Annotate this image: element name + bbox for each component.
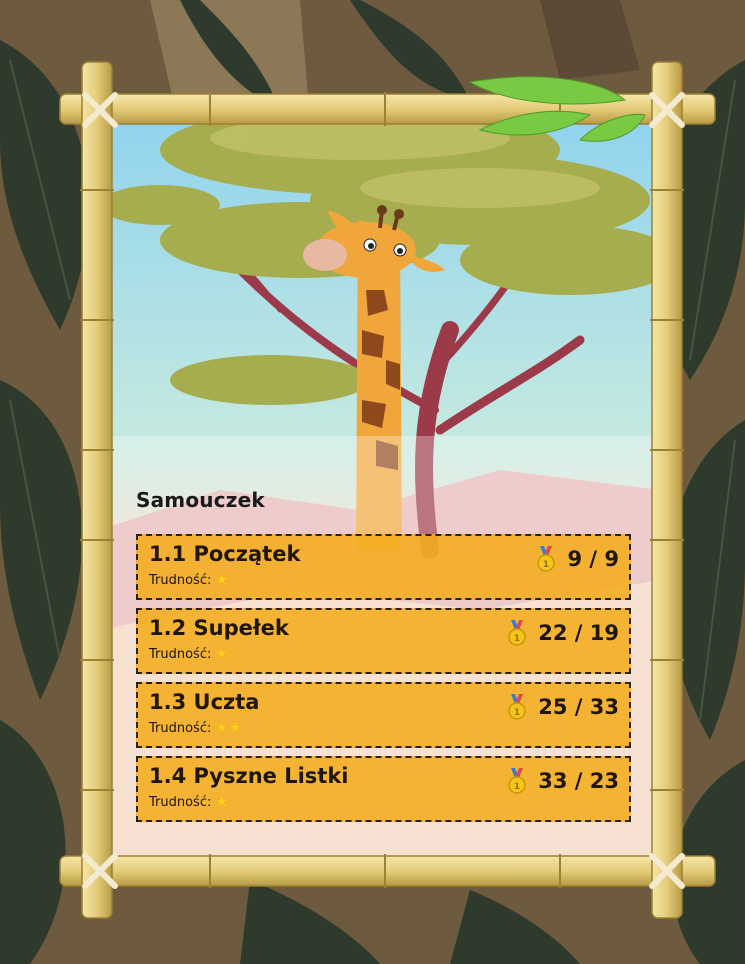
gold-medal-icon: 1 <box>537 546 556 572</box>
section-title: Samouczek <box>136 488 265 512</box>
level-list: 1.1 Początek Trudność: ★ 1 9 / 9 1.2 Sup… <box>136 534 631 830</box>
level-name: 1.1 Początek <box>149 542 301 566</box>
level-card-1-2[interactable]: 1.2 Supełek Trudność: ★ 1 22 / 19 <box>136 608 631 674</box>
score-text: 22 / 19 <box>538 621 619 645</box>
svg-text:1: 1 <box>514 708 520 718</box>
level-card-1-3[interactable]: 1.3 Uczta Trudność: ★★ 1 25 / 33 <box>136 682 631 748</box>
star-icon: ★ <box>215 794 230 810</box>
level-score: 1 25 / 33 <box>506 694 619 720</box>
level-score: 1 9 / 9 <box>535 546 619 572</box>
difficulty-label: Trudność: <box>149 795 212 810</box>
difficulty-label: Trudność: <box>149 573 212 588</box>
level-card-1-4[interactable]: 1.4 Pyszne Listki Trudność: ★ 1 33 / 23 <box>136 756 631 822</box>
difficulty: Trudność: ★ <box>149 572 229 588</box>
gold-medal-icon: 1 <box>508 694 526 720</box>
star-icon: ★ <box>215 646 230 662</box>
score-text: 33 / 23 <box>538 769 619 793</box>
difficulty: Trudność: ★★ <box>149 720 243 736</box>
level-name: 1.4 Pyszne Listki <box>149 764 349 788</box>
level-score: 1 33 / 23 <box>506 768 619 794</box>
star-icon: ★ <box>215 572 230 588</box>
level-name: 1.3 Uczta <box>149 690 260 714</box>
difficulty-label: Trudność: <box>149 721 212 736</box>
gold-medal-icon: 1 <box>508 620 526 646</box>
svg-text:1: 1 <box>514 634 520 644</box>
difficulty-label: Trudność: <box>149 647 212 662</box>
score-text: 9 / 9 <box>567 547 619 571</box>
svg-text:1: 1 <box>543 560 549 570</box>
svg-text:1: 1 <box>514 782 520 792</box>
score-text: 25 / 33 <box>538 695 619 719</box>
gold-medal-icon: 1 <box>508 768 526 794</box>
level-card-1-1[interactable]: 1.1 Początek Trudność: ★ 1 9 / 9 <box>136 534 631 600</box>
level-name: 1.2 Supełek <box>149 616 289 640</box>
difficulty: Trudność: ★ <box>149 794 229 810</box>
star-icon: ★★ <box>215 720 243 736</box>
difficulty: Trudność: ★ <box>149 646 229 662</box>
level-score: 1 22 / 19 <box>506 620 619 646</box>
